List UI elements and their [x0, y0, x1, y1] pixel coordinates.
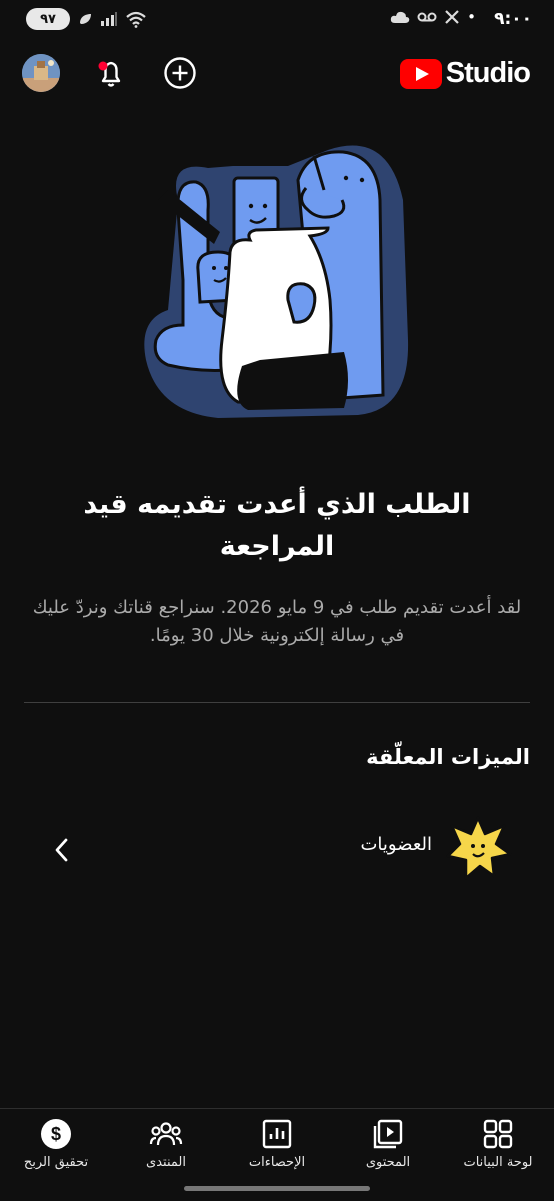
home-indicator[interactable] [184, 1186, 370, 1191]
status-left-icons: ٩٧ [26, 8, 147, 30]
review-illustration [138, 140, 410, 422]
signal-icon [101, 12, 117, 26]
analytics-icon [262, 1119, 292, 1149]
plus-circle-icon [164, 57, 196, 89]
nav-dashboard[interactable]: لوحة البيانات [443, 1117, 553, 1179]
x-app-icon [445, 10, 459, 24]
nav-analytics-label: الإحصاءات [248, 1155, 306, 1170]
logo-text: Studio [445, 57, 531, 89]
memberships-label: العضويات [360, 834, 432, 855]
nav-content[interactable]: المحتوى [333, 1117, 443, 1179]
nav-community-label: المنتدى [146, 1155, 186, 1170]
notifications-button[interactable] [92, 54, 130, 92]
youtube-studio-logo: Studio [399, 57, 531, 90]
battery-saver-icon [80, 14, 91, 24]
voicemail-icon [417, 12, 437, 22]
nav-content-label: المحتوى [365, 1155, 411, 1170]
section-divider [24, 702, 530, 703]
nav-earn[interactable]: $ تحقيق الربح [1, 1117, 111, 1179]
content-icon [373, 1119, 403, 1149]
nav-earn-label: تحقيق الربح [23, 1155, 89, 1170]
chevron-left-icon [50, 836, 74, 864]
app-header: Studio [0, 52, 554, 96]
wifi-icon [126, 11, 146, 28]
nav-analytics[interactable]: الإحصاءات [222, 1117, 332, 1179]
bell-icon [98, 61, 121, 87]
dot-icon: • [467, 8, 476, 26]
youtube-play-icon [399, 58, 442, 89]
status-right-icons: • [390, 8, 476, 26]
review-title: الطلب الذي أعدت تقديمه قيد المراجعة [83, 489, 471, 562]
pending-features-title: الميزات المعلّقة [366, 745, 530, 769]
avatar[interactable] [22, 54, 60, 92]
community-icon [149, 1122, 183, 1146]
create-button[interactable] [161, 54, 199, 92]
review-description: لقد أعدت تقديم طلب في 9 مايو 2026. سنراج… [32, 597, 522, 646]
avatar-image [22, 54, 60, 92]
battery-indicator: ٩٧ [26, 8, 70, 30]
status-time: ٩:٠٠ [494, 9, 532, 29]
memberships-star-icon [444, 814, 512, 882]
nav-community[interactable]: المنتدى [111, 1117, 221, 1179]
svg-text:$: $ [51, 1124, 61, 1144]
dashboard-icon [483, 1119, 513, 1149]
nav-dashboard-label: لوحة البيانات [463, 1155, 533, 1170]
pending-feature-memberships[interactable]: العضويات [24, 814, 530, 888]
earn-icon: $ [41, 1119, 71, 1149]
status-bar: ٩٧ • ٩:٠٠ [0, 0, 554, 42]
cloud-icon [390, 11, 410, 23]
